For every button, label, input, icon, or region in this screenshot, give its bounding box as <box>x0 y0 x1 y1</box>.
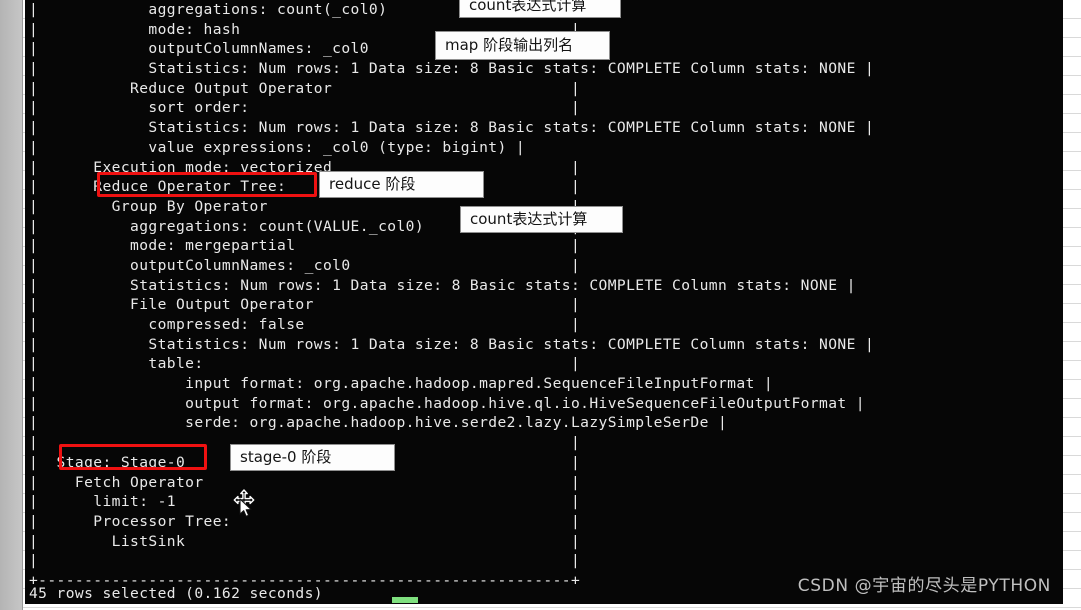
terminal-window[interactable]: | aggregations: count(_col0) | | mode: ha… <box>25 0 1063 604</box>
callout-count-expression-map: count表达式计算 <box>459 0 621 18</box>
rows-selected-status: 45 rows selected (0.162 seconds) <box>29 585 323 602</box>
terminal-line: | | <box>29 552 581 570</box>
csdn-watermark: CSDN @宇宙的尽头是PYTHON <box>797 576 1051 596</box>
callout-reduce-phase: reduce 阶段 <box>319 171 484 198</box>
callout-map-output-column-names: map 阶段输出列名 <box>435 31 610 60</box>
terminal-line: | Processor Tree: | <box>29 512 581 530</box>
terminal-line: | serde: org.apache.hadoop.hive.serde2.l… <box>29 414 728 432</box>
terminal-line: | ListSink | <box>29 532 581 550</box>
terminal-line: | Statistics: Num rows: 1 Data size: 8 B… <box>29 276 856 294</box>
terminal-line: | limit: -1 | <box>29 493 581 511</box>
terminal-line: | | <box>29 434 581 452</box>
screenshot-root: | aggregations: count(_col0) | | mode: ha… <box>0 0 1081 610</box>
terminal-line: | sort order: | <box>29 99 581 117</box>
terminal-line: | Statistics: Num rows: 1 Data size: 8 B… <box>29 335 875 353</box>
terminal-line: | Stage: Stage-0 | <box>29 453 581 471</box>
terminal-line: | Statistics: Num rows: 1 Data size: 8 B… <box>29 60 875 78</box>
terminal-line: | Fetch Operator | <box>29 473 581 491</box>
terminal-line: | input format: org.apache.hadoop.mapred… <box>29 375 774 393</box>
spreadsheet-row-gutter <box>0 0 23 610</box>
terminal-line: | value expressions: _col0 (type: bigint… <box>29 138 526 156</box>
terminal-line: | Execution mode: vectorized | <box>29 158 581 176</box>
terminal-line: | compressed: false | <box>29 316 581 333</box>
terminal-line: | File Output Operator | <box>29 296 581 314</box>
terminal-line: | Reduce Output Operator | <box>29 79 581 97</box>
terminal-line: | mode: mergepartial | <box>29 237 581 255</box>
mouse-pointer-icon <box>239 498 252 517</box>
terminal-line: | Statistics: Num rows: 1 Data size: 8 B… <box>29 119 875 137</box>
terminal-line: | table: | <box>29 355 581 373</box>
terminal-output: | aggregations: count(_col0) | | mode: ha… <box>25 0 1063 591</box>
terminal-line: | Reduce Operator Tree: | <box>29 178 581 196</box>
terminal-line: | outputColumnNames: _col0 | <box>29 256 581 274</box>
callout-stage-0-phase: stage-0 阶段 <box>230 444 395 471</box>
progress-chip <box>392 597 418 603</box>
callout-count-expression-reduce: count表达式计算 <box>460 206 623 233</box>
terminal-line: | output format: org.apache.hadoop.hive.… <box>29 394 865 412</box>
